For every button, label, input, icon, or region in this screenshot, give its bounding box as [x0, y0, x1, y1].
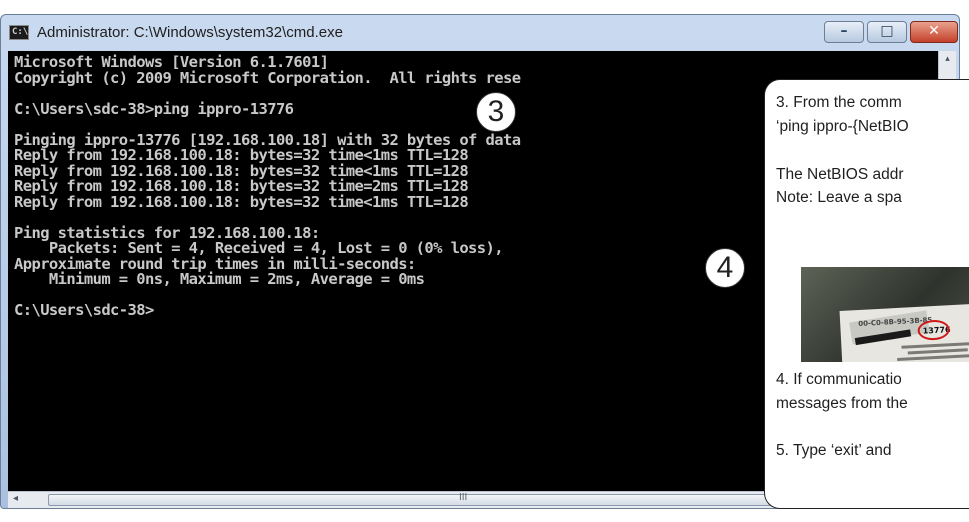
maximize-icon: □	[880, 23, 894, 39]
callout-line: messages from the	[776, 395, 908, 412]
print-line	[907, 348, 968, 355]
thumb-grip: III	[459, 492, 468, 503]
minimize-button[interactable]: –	[824, 21, 864, 43]
horizontal-scroll-thumb[interactable]: III	[48, 492, 888, 506]
callout-line: 5. Type ‘exit’ and	[776, 442, 892, 459]
scroll-left-icon[interactable]: ◂	[13, 493, 18, 504]
cmd-icon: C:\	[9, 25, 29, 40]
label-card: 00-C0-8B-95-3B-85 13776	[839, 303, 969, 362]
highlight-oval	[917, 319, 951, 341]
close-button[interactable]: ✕	[910, 21, 958, 43]
window-title: Administrator: C:\Windows\system32\cmd.e…	[37, 24, 343, 41]
step-3-marker: 3	[476, 92, 516, 132]
callout-line: ‘ping ippro-{NetBIO	[776, 118, 909, 135]
scroll-up-icon[interactable]: ▴	[939, 53, 956, 64]
close-icon: ✕	[928, 23, 940, 39]
maximize-button[interactable]: □	[867, 21, 907, 43]
instruction-callout: 3. From the comm ‘ping ippro-{NetBIO The…	[764, 79, 969, 509]
callout-line: Note: Leave a spa	[776, 189, 902, 206]
title-bar[interactable]: C:\ Administrator: C:\Windows\system32\c…	[1, 15, 959, 51]
step-4-marker: 4	[705, 248, 745, 288]
minimize-icon: –	[840, 23, 848, 39]
print-line	[897, 353, 969, 362]
callout-line: 3. From the comm	[776, 94, 902, 111]
callout-line: 4. If communicatio	[776, 371, 902, 388]
device-label-photo: 00-C0-8B-95-3B-85 13776	[801, 267, 969, 362]
callout-line: The NetBIOS addr	[776, 166, 904, 183]
console-text: Microsoft Windows [Version 6.1.7601] Cop…	[14, 53, 521, 319]
